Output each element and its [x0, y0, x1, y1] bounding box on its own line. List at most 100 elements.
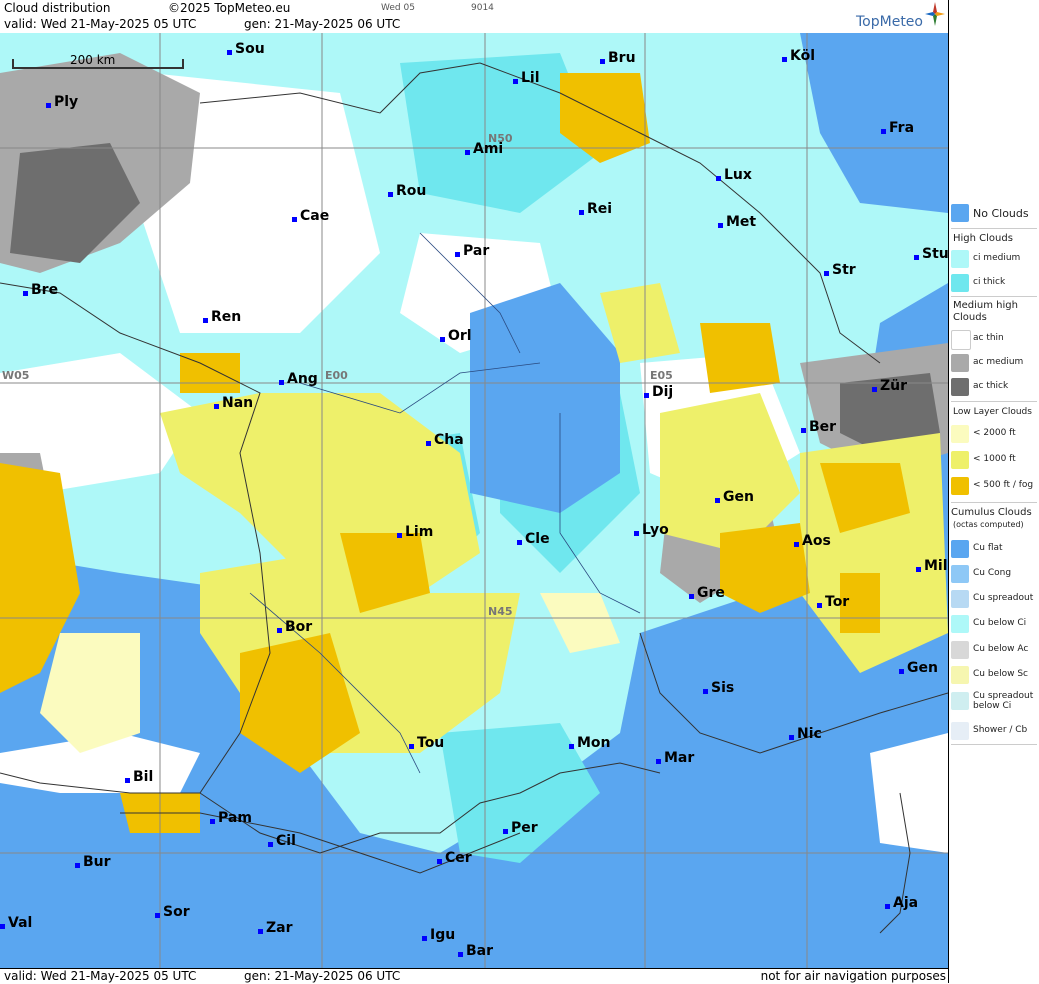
city-marker	[885, 904, 890, 909]
city-label[interactable]: Cae	[292, 208, 329, 224]
city-label[interactable]: Lil	[513, 70, 540, 86]
city-label[interactable]: Cer	[437, 850, 472, 866]
legend-item: < 2000 ft	[949, 423, 1039, 445]
swatch	[951, 330, 971, 350]
swatch	[951, 565, 969, 583]
legend-item: ac thick	[949, 376, 1039, 398]
city-label[interactable]: Ami	[465, 141, 503, 157]
legend-item: Cu below Ac	[949, 639, 1039, 661]
legend-item: Cu below Sc	[949, 664, 1039, 686]
city-marker	[824, 271, 829, 276]
city-label[interactable]: Ply	[46, 94, 78, 110]
legend-cumulus-subtitle: (octas computed)	[953, 520, 1024, 529]
city-marker	[715, 498, 720, 503]
swatch	[951, 666, 969, 684]
divider	[951, 228, 1037, 229]
city-marker	[703, 689, 708, 694]
city-marker	[817, 603, 822, 608]
city-label[interactable]: Bil	[125, 769, 153, 785]
city-label[interactable]: Dij	[644, 384, 673, 400]
legend-item: Shower / Cb	[949, 720, 1039, 742]
city-label[interactable]: Lux	[716, 167, 752, 183]
grid-label-n45: N45	[488, 605, 513, 618]
city-label[interactable]: Igu	[422, 927, 455, 943]
city-label[interactable]: Val	[0, 915, 32, 931]
city-label[interactable]: Bur	[75, 854, 111, 870]
city-marker	[872, 387, 877, 392]
city-marker	[517, 540, 522, 545]
city-label[interactable]: Mar	[656, 750, 694, 766]
city-label[interactable]: Ren	[203, 309, 241, 325]
city-label[interactable]: Bor	[277, 619, 312, 635]
city-label[interactable]: Bre	[23, 282, 58, 298]
swatch	[951, 274, 969, 292]
cloud-map[interactable]: 200 km N50 N45 W05 E00 E05 Sou Ply Lil B…	[0, 33, 948, 969]
swatch	[951, 722, 969, 740]
city-label[interactable]: Aos	[794, 533, 831, 549]
city-label[interactable]: Stu	[914, 246, 948, 262]
swatch	[951, 692, 969, 710]
city-label[interactable]: Cil	[268, 833, 296, 849]
city-label[interactable]: Gen	[715, 489, 754, 505]
city-label[interactable]: Mon	[569, 735, 611, 751]
map-header: Cloud distribution ©2025 TopMeteo.eu Wed…	[0, 0, 948, 33]
city-label[interactable]: Rou	[388, 183, 426, 199]
city-marker	[397, 533, 402, 538]
city-marker	[569, 744, 574, 749]
divider	[951, 296, 1037, 297]
city-label[interactable]: Str	[824, 262, 856, 278]
city-label[interactable]: Lyo	[634, 522, 669, 538]
city-label[interactable]: Mil	[916, 558, 948, 574]
city-label[interactable]: Cle	[517, 531, 550, 547]
city-label[interactable]: Aja	[885, 895, 918, 911]
city-label[interactable]: Met	[718, 214, 756, 230]
city-label[interactable]: Tor	[817, 594, 849, 610]
city-label[interactable]: Lim	[397, 524, 433, 540]
city-marker	[214, 404, 219, 409]
city-label[interactable]: Zür	[872, 378, 907, 394]
city-marker	[455, 252, 460, 257]
divider	[951, 744, 1037, 745]
city-label[interactable]: Per	[503, 820, 538, 836]
city-marker	[258, 929, 263, 934]
city-marker	[75, 863, 80, 868]
city-label[interactable]: Cha	[426, 432, 464, 448]
city-marker	[125, 778, 130, 783]
city-marker	[716, 176, 721, 181]
city-label[interactable]: Sor	[155, 904, 190, 920]
city-label[interactable]: Ang	[279, 371, 318, 387]
city-label[interactable]: Ber	[801, 419, 836, 435]
city-label[interactable]: Pam	[210, 810, 252, 826]
city-marker	[465, 150, 470, 155]
scale-label: 200 km	[70, 53, 116, 67]
city-label[interactable]: Par	[455, 243, 489, 259]
city-label[interactable]: Zar	[258, 920, 293, 936]
legend-item: Cu spreadout below Ci	[949, 690, 1039, 718]
city-marker	[23, 291, 28, 296]
city-label[interactable]: Gen	[899, 660, 938, 676]
swatch	[951, 204, 969, 222]
legend-item: Cu Cong	[949, 563, 1039, 585]
grid-label-w05: W05	[2, 369, 30, 382]
brand-logo-text[interactable]: TopMeteo	[856, 14, 923, 30]
legend-cumulus-title: Cumulus Clouds	[951, 507, 1032, 518]
city-label[interactable]: Sis	[703, 680, 734, 696]
legend-item: Cu below Ci	[949, 613, 1039, 635]
city-label[interactable]: Orl	[440, 328, 472, 344]
city-label[interactable]: Nan	[214, 395, 253, 411]
city-label[interactable]: Gre	[689, 585, 725, 601]
city-label[interactable]: Rei	[579, 201, 612, 217]
legend-high-title: High Clouds	[953, 233, 1013, 244]
grid-label-e05: E05	[650, 369, 673, 382]
city-label[interactable]: Bru	[600, 50, 636, 66]
city-marker	[916, 567, 921, 572]
city-label[interactable]: Nic	[789, 726, 822, 742]
city-marker	[600, 59, 605, 64]
city-label[interactable]: Köl	[782, 48, 815, 64]
city-label[interactable]: Bar	[458, 943, 493, 959]
legend-item: Cu flat	[949, 538, 1039, 560]
city-marker	[503, 829, 508, 834]
city-label[interactable]: Fra	[881, 120, 914, 136]
city-label[interactable]: Sou	[227, 41, 265, 57]
city-label[interactable]: Tou	[409, 735, 444, 751]
